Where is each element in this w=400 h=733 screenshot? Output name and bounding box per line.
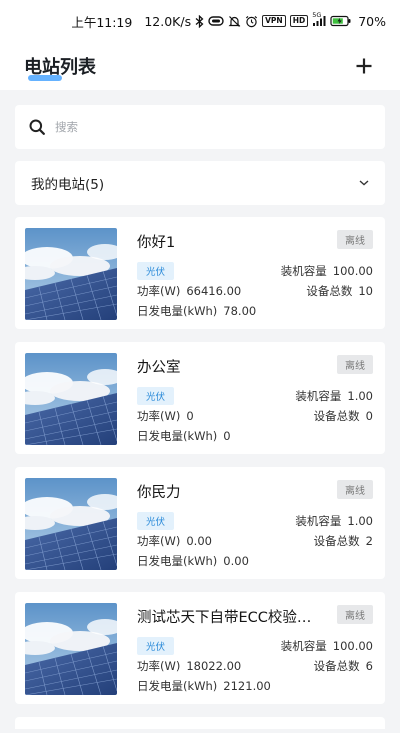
station-thumbnail (25, 228, 117, 320)
mute-bell-icon (228, 14, 241, 28)
status-badge: 离线 (337, 230, 373, 249)
power-value: 0 (186, 409, 194, 423)
chevron-down-icon (359, 180, 369, 186)
station-name: 你民力 (137, 485, 181, 501)
daily-energy-label: 日发电量(kWh) (137, 554, 218, 568)
page-title: 电站列表 (24, 57, 96, 78)
capacity-value: 1.00 (347, 514, 373, 528)
station-card[interactable]: 测试芯天下自带ECC校验… 离线 光伏 装机容量 100.00 功率(W) 1802… (15, 592, 385, 704)
plus-icon (356, 58, 372, 74)
station-name: 测试芯天下自带ECC校验… (137, 610, 312, 626)
station-list: 你好1 离线 光伏 装机容量 100.00 功率(W) 66416.00 设备总数 1… (15, 217, 385, 729)
station-type-tag: 光伏 (137, 262, 175, 280)
station-card[interactable]: 你好1 离线 光伏 装机容量 100.00 功率(W) 66416.00 设备总数 1… (15, 217, 385, 329)
device-count-value: 10 (358, 284, 373, 298)
device-count-label: 设备总数 (313, 534, 360, 548)
daily-energy-value: 2121.00 (223, 679, 271, 693)
signal-5g-label: 5G (312, 11, 322, 19)
search-input[interactable] (55, 120, 371, 134)
link-icon (208, 14, 224, 28)
device-count-value: 2 (365, 534, 373, 548)
daily-energy-value: 0.00 (223, 554, 249, 568)
station-filter-dropdown[interactable]: 我的电站(5) (15, 161, 385, 205)
station-name: 你好1 (137, 235, 176, 251)
station-info: 你民力 离线 光伏 装机容量 1.00 功率(W) 0.00 设备总数 2 日发电量(… (137, 478, 373, 568)
status-bar: 上午11:19 12.0K/s VPN HD 5G 70% (0, 0, 400, 42)
capacity-value: 100.00 (332, 264, 373, 278)
alarm-icon (245, 14, 258, 28)
station-thumbnail (25, 478, 117, 570)
daily-energy-value: 78.00 (223, 304, 257, 318)
add-station-button[interactable] (352, 54, 376, 78)
device-count-label: 设备总数 (313, 409, 360, 423)
vpn-icon: VPN (262, 15, 286, 27)
capacity-label: 装机容量 (295, 514, 342, 528)
power-label: 功率(W) (137, 534, 181, 548)
search-icon (29, 119, 45, 135)
station-card[interactable]: 办公室 离线 光伏 装机容量 1.00 功率(W) 0 设备总数 0 日发电量(kWh… (15, 342, 385, 454)
device-count-value: 6 (365, 659, 373, 673)
capacity-value: 100.00 (332, 639, 373, 653)
station-info: 办公室 离线 光伏 装机容量 1.00 功率(W) 0 设备总数 0 日发电量(kWh… (137, 353, 373, 443)
page-title-wrap: 电站列表 (24, 53, 96, 81)
daily-energy-label: 日发电量(kWh) (137, 304, 218, 318)
power-label: 功率(W) (137, 409, 181, 423)
status-time: 上午11:19 (71, 14, 133, 30)
filter-label: 我的电站(5) (31, 177, 105, 193)
search-bar[interactable] (15, 105, 385, 149)
app-header: 电站列表 (0, 42, 400, 90)
daily-energy-value: 0 (223, 429, 231, 443)
status-network-speed: 12.0K/s (144, 13, 192, 29)
capacity-label: 装机容量 (280, 639, 327, 653)
capacity-value: 1.00 (347, 389, 373, 403)
hd-icon: HD (289, 15, 309, 27)
power-value: 18022.00 (186, 659, 242, 673)
power-label: 功率(W) (137, 284, 181, 298)
daily-energy-label: 日发电量(kWh) (137, 679, 218, 693)
power-value: 0.00 (186, 534, 212, 548)
station-info: 你好1 离线 光伏 装机容量 100.00 功率(W) 66416.00 设备总数 1… (137, 228, 373, 318)
device-count-value: 0 (365, 409, 373, 423)
station-type-tag: 光伏 (137, 512, 175, 530)
station-thumbnail (25, 603, 117, 695)
capacity-label: 装机容量 (295, 389, 342, 403)
station-name: 办公室 (137, 360, 181, 376)
device-count-label: 设备总数 (306, 284, 353, 298)
station-card-partial[interactable] (15, 717, 385, 729)
capacity-label: 装机容量 (280, 264, 327, 278)
main-content: 我的电站(5) 你好1 离线 光伏 装机容量100.00 功率(W)66416.… (0, 90, 400, 729)
device-count-label: 设备总数 (313, 659, 360, 673)
bluetooth-icon (195, 14, 204, 28)
signal-icon: 5G (312, 11, 326, 28)
power-value: 66416.00 (186, 284, 242, 298)
status-badge: 离线 (337, 605, 373, 624)
power-label: 功率(W) (137, 659, 181, 673)
status-badge: 离线 (337, 355, 373, 374)
status-badge: 离线 (337, 480, 373, 499)
station-thumbnail (25, 353, 117, 445)
battery-icon (330, 14, 352, 28)
station-type-tag: 光伏 (137, 637, 175, 655)
station-info: 测试芯天下自带ECC校验… 离线 光伏 装机容量 100.00 功率(W) 1802… (137, 603, 373, 693)
daily-energy-label: 日发电量(kWh) (137, 429, 218, 443)
station-type-tag: 光伏 (137, 387, 175, 405)
battery-percent: 70% (358, 13, 386, 29)
station-card[interactable]: 你民力 离线 光伏 装机容量 1.00 功率(W) 0.00 设备总数 2 日发电量(… (15, 467, 385, 579)
